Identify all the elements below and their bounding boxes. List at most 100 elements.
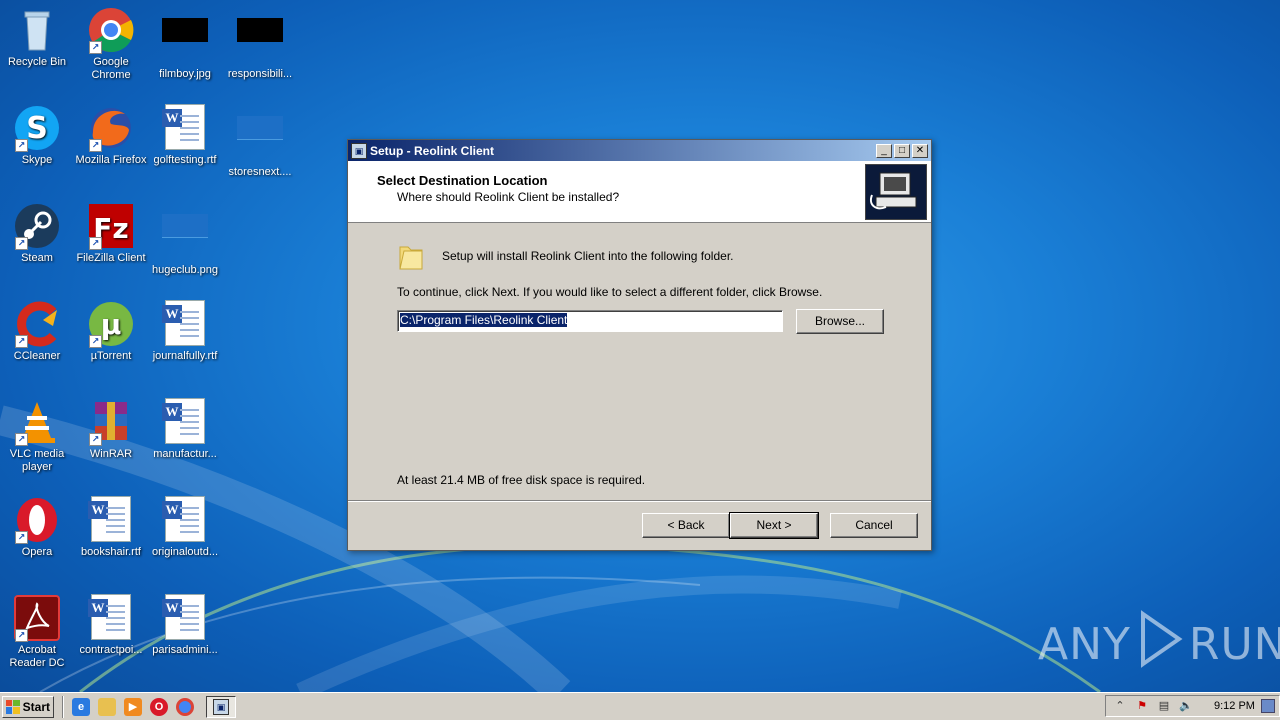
desktop-icon-label: Recycle Bin [7,56,67,68]
destination-path-input[interactable]: C:\Program Files\Reolink Client [397,310,783,332]
recycle-bin-icon [13,6,61,54]
desktop-icon-label: Skype [21,154,53,166]
word-doc-icon: W [161,496,209,544]
desktop-icon-label: Steam [21,252,53,264]
network-icon[interactable]: ▤ [1156,699,1172,713]
install-folder-text: Setup will install Reolink Client into t… [442,249,734,263]
minimize-button[interactable]: _ [876,143,892,158]
desktop-icon-label: Mozilla Firefox [75,154,147,166]
svg-text:S: S [26,111,48,146]
desktop-icon-label: responsibili... [227,68,293,80]
desktop-icon-journalfully[interactable]: W journalfully.rtf [148,300,222,363]
word-doc-icon: W [161,398,209,446]
word-doc-icon: W [87,496,135,544]
taskbar-setup-item[interactable]: ▣ [206,695,236,718]
desktop-icon-label: bookshair.rtf [81,546,141,558]
winrar-icon: ↗ [87,398,135,446]
desktop-icon-bookshair[interactable]: W bookshair.rtf [74,496,148,559]
media-player-icon[interactable]: ▶ [124,697,142,716]
desktop-icon-chrome[interactable]: ↗ Google Chrome [74,6,148,82]
desktop-icon-label: filmboy.jpg [159,68,211,80]
desktop-icon-firefox[interactable]: ↗ Mozilla Firefox [74,104,148,167]
word-doc-icon: W [161,594,209,642]
wizard-header-title: Select Destination Location [377,173,548,188]
desktop-icon-label: Google Chrome [91,56,131,81]
opera-taskbar-icon[interactable]: O [150,697,168,716]
ccleaner-icon: ↗ [13,300,61,348]
svg-text:µ: µ [101,308,122,341]
desktop-icon-label: Opera [21,546,53,558]
continue-instructions: To continue, click Next. If you would li… [397,285,823,299]
close-button[interactable]: ✕ [912,143,928,158]
utorrent-icon: µ ↗ [87,300,135,348]
image-thumb-icon [236,18,284,66]
desktop-icon-label: contractpoi... [79,644,143,656]
internet-explorer-icon[interactable]: e [72,697,90,716]
desktop-icon-label: parisadmini... [152,644,218,656]
clock[interactable]: 9:12 PM [1214,700,1255,712]
start-button[interactable]: Start [2,695,54,718]
desktop-icon-opera[interactable]: ↗ Opera [0,496,74,559]
word-doc-icon: W [87,594,135,642]
word-doc-icon: W [161,300,209,348]
desktop-icon-winrar[interactable]: ↗ WinRAR [74,398,148,461]
desktop-icon-filmboy[interactable]: filmboy.jpg [148,6,222,81]
desktop-icon-responsibili[interactable]: responsibili... [223,6,297,81]
show-desktop-icon[interactable] [1261,699,1275,713]
maximize-button[interactable]: □ [894,143,910,158]
desktop-icon-skype[interactable]: S ↗ Skype [0,104,74,167]
tray-expand-icon[interactable]: ⌃ [1112,699,1128,713]
cancel-button[interactable]: Cancel [830,513,918,538]
desktop-icon-label: journalfully.rtf [152,350,218,362]
acrobat-icon: ↗ [13,594,61,642]
setup-app-icon: ▣ [351,142,367,159]
desktop-icon-vlc[interactable]: ↗ VLC media player [0,398,74,474]
file-explorer-icon[interactable] [98,697,116,716]
desktop-icon-contractpoi[interactable]: W contractpoi... [74,594,148,657]
desktop-icon-utorrent[interactable]: µ ↗ µTorrent [74,300,148,363]
desktop-icon-filezilla[interactable]: Fz ↗ FileZilla Client [74,202,148,265]
desktop-icon-label: originaloutd... [151,546,219,558]
back-button[interactable]: < Back [642,513,730,538]
installer-computer-icon [865,164,927,220]
chrome-taskbar-icon[interactable] [176,697,194,716]
action-center-flag-icon[interactable]: ⚑ [1134,699,1150,713]
desktop-icon-steam[interactable]: ↗ Steam [0,202,74,265]
desktop-icon-manufactur[interactable]: W manufactur... [148,398,222,461]
wizard-header: Select Destination Location Where should… [348,162,931,223]
desktop-icon-storesnext[interactable]: storesnext.... [223,104,297,179]
desktop-icon-recycle-bin[interactable]: Recycle Bin [0,6,74,69]
desktop-icon-label: VLC media player [9,448,65,473]
desktop-icon-label: golftesting.rtf [153,154,217,166]
desktop-icon-label: hugeclub.png [151,264,219,276]
setup-dialog: ▣ Setup - Reolink Client _ □ ✕ Select De… [347,139,932,551]
desktop-icon-ccleaner[interactable]: ↗ CCleaner [0,300,74,363]
desktop-icon-label: CCleaner [13,350,61,362]
wizard-body: Setup will install Reolink Client into t… [348,223,931,500]
firefox-icon: ↗ [87,104,135,152]
play-icon [1137,610,1183,679]
desktop-icon-parisadmini[interactable]: W parisadmini... [148,594,222,657]
setup-taskbar-icon: ▣ [213,698,229,715]
system-tray: ⌃ ⚑ ▤ 🔈 9:12 PM [1105,695,1280,717]
browse-button[interactable]: Browse... [796,309,884,334]
desktop-icon-label: manufactur... [153,448,217,460]
anyrun-watermark: ANY RUN [1038,610,1280,679]
desktop-icon-label: WinRAR [89,448,133,460]
desktop-icon-acrobat[interactable]: ↗ Acrobat Reader DC [0,594,74,670]
image-thumb-icon [161,214,209,262]
desktop-icon-originaloutd[interactable]: W originaloutd... [148,496,222,559]
desktop-icon-label: µTorrent [90,350,132,362]
desktop-icon-hugeclub[interactable]: hugeclub.png [148,202,222,277]
taskbar: Start e ▶ O ▣ ⌃ ⚑ ▤ 🔈 9:12 PM [0,692,1280,720]
folder-icon [398,241,424,271]
next-button[interactable]: Next > [729,512,819,539]
dialog-titlebar[interactable]: ▣ Setup - Reolink Client _ □ ✕ [348,140,931,162]
disk-space-text: At least 21.4 MB of free disk space is r… [397,473,646,487]
watermark-left: ANY [1038,619,1131,670]
wizard-header-subtitle: Where should Reolink Client be installed… [397,190,620,204]
desktop-icon-golftesting[interactable]: W golftesting.rtf [148,104,222,167]
desktop-icon-label: Acrobat Reader DC [9,644,65,669]
volume-icon[interactable]: 🔈 [1178,699,1194,713]
desktop-icon-label: FileZilla Client [76,252,146,264]
